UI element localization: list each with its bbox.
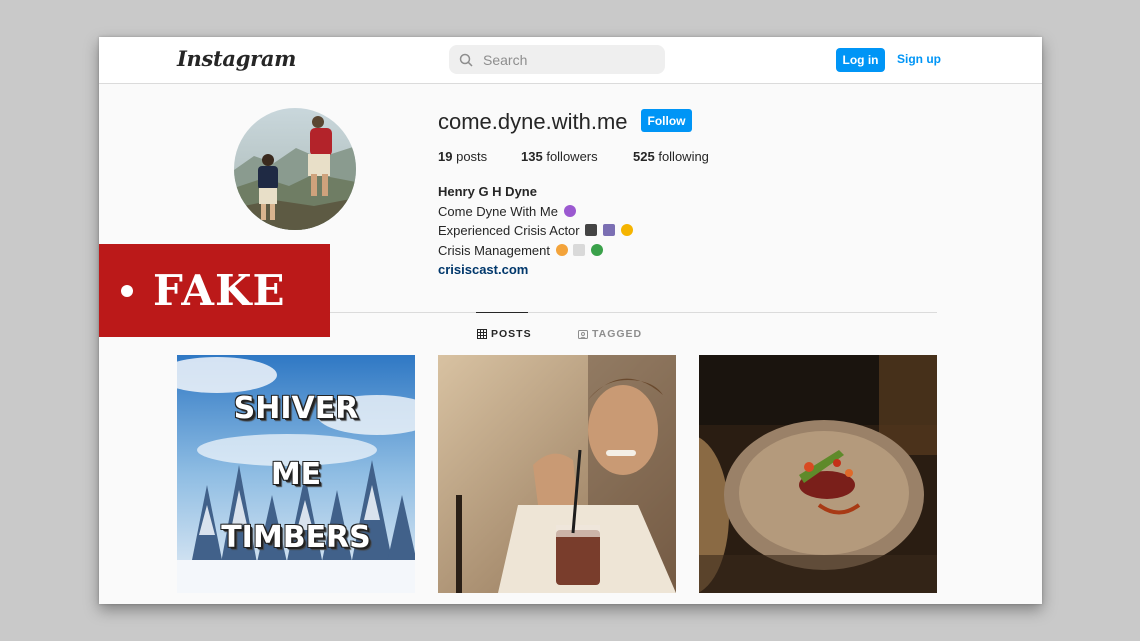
search-icon <box>459 53 473 67</box>
meme-line: ME <box>270 457 322 492</box>
signup-link[interactable]: Sign up <box>897 52 941 66</box>
grid-icon <box>477 329 487 339</box>
search-input[interactable] <box>481 50 655 69</box>
meme-line: TIMBERS <box>221 520 371 555</box>
following-stat[interactable]: 525 following <box>633 149 709 164</box>
ambulance-icon <box>573 243 586 256</box>
tab-posts-label: POSTS <box>491 328 532 340</box>
tab-posts[interactable]: POSTS <box>477 328 532 340</box>
bio-line: Come Dyne With Me <box>438 202 633 222</box>
active-tab-indicator <box>476 312 528 313</box>
post-thumbnail[interactable] <box>699 355 937 593</box>
posts-count: 19 <box>438 149 453 164</box>
angry-face-icon <box>555 243 568 256</box>
plated-dish-image <box>699 355 937 593</box>
posts-label: posts <box>456 149 488 164</box>
post-thumbnail[interactable]: SHIVER ME TIMBERS <box>177 355 415 593</box>
profile-avatar[interactable] <box>234 108 356 230</box>
followers-label: followers <box>546 149 598 164</box>
bio-line: Experienced Crisis Actor <box>438 221 633 241</box>
followers-stat[interactable]: 135 followers <box>521 149 598 164</box>
flushed-face-icon <box>620 224 633 236</box>
bio-line: Crisis Management <box>438 241 633 261</box>
profile-username: come.dyne.with.me <box>438 109 628 134</box>
film-frames-icon <box>602 224 615 236</box>
tag-icon <box>578 330 588 339</box>
follow-button[interactable]: Follow <box>641 109 692 132</box>
man-with-drink-image <box>438 355 676 593</box>
fake-label-text: FAKE <box>153 266 286 315</box>
bullet-dot-icon <box>121 284 133 297</box>
instagram-logo[interactable]: Instagram <box>177 46 296 71</box>
meme-line: SHIVER <box>233 391 359 426</box>
following-label: following <box>658 149 709 164</box>
post-thumbnail[interactable] <box>438 355 676 593</box>
profile-bio: Henry G H Dyne Come Dyne With Me Experie… <box>438 182 633 280</box>
virus-icon <box>590 243 603 256</box>
movie-camera-icon <box>585 224 598 236</box>
tab-tagged-label: TAGGED <box>592 328 643 340</box>
avatar-image <box>234 108 356 230</box>
fake-label-banner: FAKE <box>99 244 330 337</box>
profile-website-link[interactable]: crisiscast.com <box>438 260 633 280</box>
login-button[interactable]: Log in <box>836 48 885 72</box>
top-nav-bar: Instagram Log in Sign up <box>99 37 1042 84</box>
tab-tagged[interactable]: TAGGED <box>578 328 642 340</box>
following-count: 525 <box>633 149 655 164</box>
posts-stat: 19 posts <box>438 149 487 164</box>
full-name: Henry G H Dyne <box>438 184 537 199</box>
purple-heart-icon <box>563 204 576 217</box>
followers-count: 135 <box>521 149 543 164</box>
search-box[interactable] <box>449 45 665 74</box>
